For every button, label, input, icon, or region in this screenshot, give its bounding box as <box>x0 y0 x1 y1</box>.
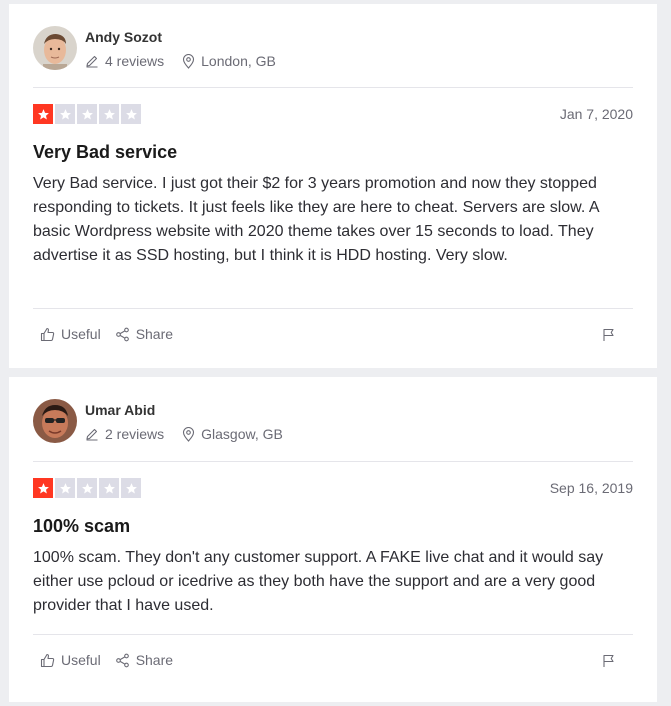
reviewer-location: London, GB <box>201 53 276 69</box>
review-card: Andy Sozot 4 reviews London, GB Jan 7, 2… <box>9 4 657 368</box>
flag-icon <box>602 654 615 673</box>
star-icon <box>33 478 53 498</box>
flag-button[interactable] <box>602 654 615 673</box>
review-actions: Useful Share <box>40 652 187 668</box>
star-icon <box>33 104 53 124</box>
avatar[interactable] <box>33 26 77 70</box>
star-icon <box>99 478 119 498</box>
reviewer-location: Glasgow, GB <box>201 426 283 442</box>
reviewer-meta: 2 reviews Glasgow, GB <box>85 426 283 442</box>
useful-label: Useful <box>61 652 101 668</box>
star-rating <box>33 478 141 498</box>
review-date: Jan 7, 2020 <box>559 106 633 122</box>
useful-button[interactable]: Useful <box>40 326 101 342</box>
star-icon <box>77 104 97 124</box>
star-rating <box>33 104 141 124</box>
reviewer-name[interactable]: Umar Abid <box>85 402 155 418</box>
share-icon <box>115 327 130 342</box>
divider <box>33 87 633 88</box>
thumbs-up-icon <box>40 653 55 668</box>
star-icon <box>99 104 119 124</box>
useful-button[interactable]: Useful <box>40 652 101 668</box>
star-icon <box>121 104 141 124</box>
star-icon <box>55 478 75 498</box>
reviewer-meta: 4 reviews London, GB <box>85 53 276 69</box>
share-label: Share <box>135 326 174 342</box>
pencil-icon <box>85 54 99 68</box>
review-count: 2 reviews <box>105 426 165 442</box>
review-count: 4 reviews <box>105 53 165 69</box>
star-icon <box>55 104 75 124</box>
share-button[interactable]: Share <box>115 326 173 342</box>
review-date: Sep 16, 2019 <box>549 480 633 496</box>
divider <box>33 308 633 309</box>
flag-icon <box>602 328 615 347</box>
review-card: Umar Abid 2 reviews Glasgow, GB Sep 16, … <box>9 377 657 702</box>
share-label: Share <box>135 652 174 668</box>
star-icon <box>121 478 141 498</box>
share-icon <box>115 653 130 668</box>
useful-label: Useful <box>61 326 101 342</box>
thumbs-up-icon <box>40 327 55 342</box>
review-actions: Useful Share <box>40 326 187 342</box>
share-button[interactable]: Share <box>115 652 173 668</box>
location-pin-icon <box>182 426 195 442</box>
reviewer-name[interactable]: Andy Sozot <box>85 29 162 45</box>
review-title[interactable]: Very Bad service <box>33 142 177 163</box>
star-icon <box>77 478 97 498</box>
divider <box>33 461 633 462</box>
location-pin-icon <box>182 53 195 69</box>
divider <box>33 634 633 635</box>
avatar[interactable] <box>33 399 77 443</box>
review-text: Very Bad service. I just got their $2 fo… <box>33 175 599 264</box>
flag-button[interactable] <box>602 328 615 347</box>
review-title[interactable]: 100% scam <box>33 516 130 537</box>
pencil-icon <box>85 427 99 441</box>
review-text: 100% scam. They don't any customer suppo… <box>33 549 604 614</box>
